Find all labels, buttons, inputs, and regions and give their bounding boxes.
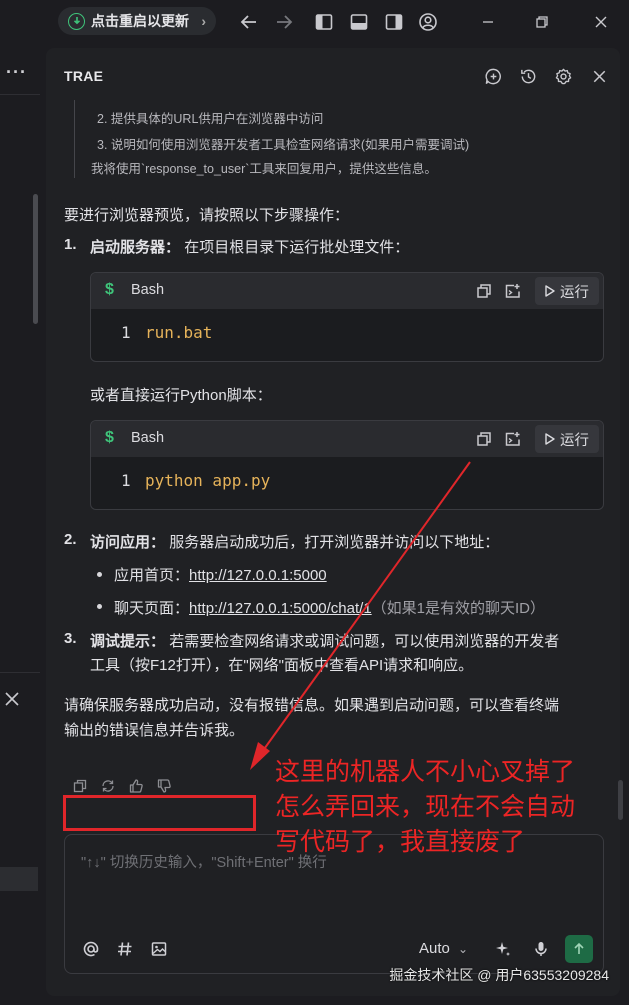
- step-text-cont: 工具（按F12打开），在"网络"面板中查看API请求和响应。: [90, 657, 474, 674]
- thought-line: 我将使用`response_to_user`工具来回复用户，提供这些信息。: [91, 162, 437, 176]
- terminal-dollar-icon: $: [105, 281, 114, 298]
- scrollbar-thumb[interactable]: [618, 780, 623, 820]
- left-pane: ···: [0, 44, 44, 1005]
- message-actions: [72, 778, 172, 796]
- minimize-icon[interactable]: [476, 10, 500, 34]
- sparkle-icon[interactable]: [493, 939, 513, 959]
- list-item: 应用首页：http://127.0.0.1:5000: [114, 567, 327, 584]
- send-button[interactable]: [565, 935, 593, 963]
- code-block: $ Bash 运行 1 python app.py: [90, 420, 604, 510]
- chevron-right-icon: ›: [201, 13, 206, 29]
- settings-gear-icon[interactable]: [552, 65, 574, 87]
- more-options-icon[interactable]: ···: [6, 62, 27, 83]
- code-line: python app.py: [145, 471, 271, 490]
- bullet: [97, 604, 102, 609]
- account-icon[interactable]: [416, 10, 440, 34]
- thought-line: 3. 说明如何使用浏览器开发者工具检查网络请求(如果用户需要调试): [97, 138, 470, 152]
- panel-title: TRAE: [64, 68, 104, 84]
- insert-into-terminal-icon[interactable]: [504, 430, 522, 448]
- chevron-down-icon: ⌄: [458, 942, 469, 956]
- close-icon[interactable]: [3, 690, 21, 708]
- download-icon: [68, 12, 85, 30]
- restart-to-update-button[interactable]: 点击重启以更新 ›: [58, 7, 216, 35]
- copy-icon[interactable]: [475, 430, 493, 448]
- close-panel-icon[interactable]: [588, 65, 610, 87]
- code-body: 1 run.bat: [91, 309, 603, 361]
- run-label: 运行: [560, 284, 589, 301]
- insert-into-terminal-icon[interactable]: [504, 282, 522, 300]
- model-select[interactable]: Auto ⌄: [419, 940, 468, 957]
- history-icon[interactable]: [517, 65, 539, 87]
- copy-icon[interactable]: [475, 282, 493, 300]
- mention-at-icon[interactable]: [81, 939, 101, 959]
- selected-list-item[interactable]: [0, 867, 38, 891]
- play-icon: [545, 285, 555, 297]
- microphone-icon[interactable]: [531, 939, 551, 959]
- annotation-text: 这里的机器人不小心叉掉了怎么弄回来，现在不会自动写代码了，我直接废了: [275, 757, 576, 856]
- step-number: 2.: [64, 531, 77, 548]
- code-line: run.bat: [145, 323, 213, 342]
- message-intro: 要进行浏览器预览，请按照以下步骤操作：: [64, 207, 350, 224]
- divider: [0, 94, 40, 95]
- line-number: 1: [121, 471, 131, 490]
- terminal-dollar-icon: $: [105, 429, 114, 446]
- regenerate-icon[interactable]: [100, 778, 116, 794]
- update-label: 点击重启以更新: [91, 13, 189, 29]
- code-body: 1 python app.py: [91, 457, 603, 509]
- thumbs-down-icon[interactable]: [156, 778, 172, 794]
- back-arrow-icon[interactable]: [237, 10, 261, 34]
- scrollbar-thumb[interactable]: [33, 194, 38, 324]
- step-number: 3.: [64, 630, 77, 647]
- closing-line: 输出的错误信息并告诉我。: [64, 722, 245, 739]
- step-text: 启动服务器： 在项目根目录下运行批处理文件：: [90, 239, 410, 256]
- or-text: 或者直接运行Python脚本：: [90, 387, 272, 404]
- thought-block: 2. 提供具体的URL供用户在浏览器中访问 3. 说明如何使用浏览器开发者工具检…: [74, 100, 574, 178]
- closing-line: 请确保服务器成功启动，没有报错信息。如果遇到启动问题，可以查看终端: [64, 697, 560, 714]
- divider: [0, 672, 40, 673]
- toggle-left-panel-icon[interactable]: [312, 10, 336, 34]
- step-text: 访问应用： 服务器启动成功后，打开浏览器并访问以下地址：: [90, 534, 500, 551]
- code-language: Bash: [131, 430, 165, 446]
- line-number: 1: [121, 323, 131, 342]
- arrow-up-icon: [574, 942, 584, 954]
- bullet: [97, 572, 102, 577]
- title-bar: 点击重启以更新 ›: [0, 0, 629, 44]
- step-number: 1.: [64, 236, 77, 253]
- run-button[interactable]: 运行: [535, 425, 599, 453]
- code-header: $ Bash 运行: [91, 273, 603, 309]
- image-icon[interactable]: [149, 939, 169, 959]
- chat-url-link[interactable]: http://127.0.0.1:5000/chat/1: [189, 600, 372, 617]
- step-text: 调试提示： 若需要检查网络请求或调试问题，可以使用浏览器的开发者: [90, 633, 560, 650]
- toggle-right-panel-icon[interactable]: [382, 10, 406, 34]
- code-language: Bash: [131, 282, 165, 298]
- thumbs-up-icon[interactable]: [128, 778, 144, 794]
- run-label: 运行: [560, 432, 589, 449]
- close-window-icon[interactable]: [589, 10, 613, 34]
- code-header: $ Bash 运行: [91, 421, 603, 457]
- play-icon: [545, 433, 555, 445]
- hash-icon[interactable]: [115, 939, 135, 959]
- copy-icon[interactable]: [72, 778, 88, 794]
- toggle-bottom-panel-icon[interactable]: [347, 10, 371, 34]
- list-item: 聊天页面：http://127.0.0.1:5000/chat/1（如果1是有效…: [114, 600, 546, 617]
- forward-arrow-icon[interactable]: [272, 10, 296, 34]
- watermark: 掘金技术社区 @ 用户63553209284: [389, 967, 609, 983]
- run-button[interactable]: 运行: [535, 277, 599, 305]
- code-block: $ Bash 运行 1 run.bat: [90, 272, 604, 362]
- thought-line: 2. 提供具体的URL供用户在浏览器中访问: [97, 112, 324, 126]
- restore-icon[interactable]: [530, 10, 554, 34]
- annotation-box: [63, 795, 256, 831]
- new-chat-icon[interactable]: [482, 65, 504, 87]
- home-url-link[interactable]: http://127.0.0.1:5000: [189, 567, 327, 584]
